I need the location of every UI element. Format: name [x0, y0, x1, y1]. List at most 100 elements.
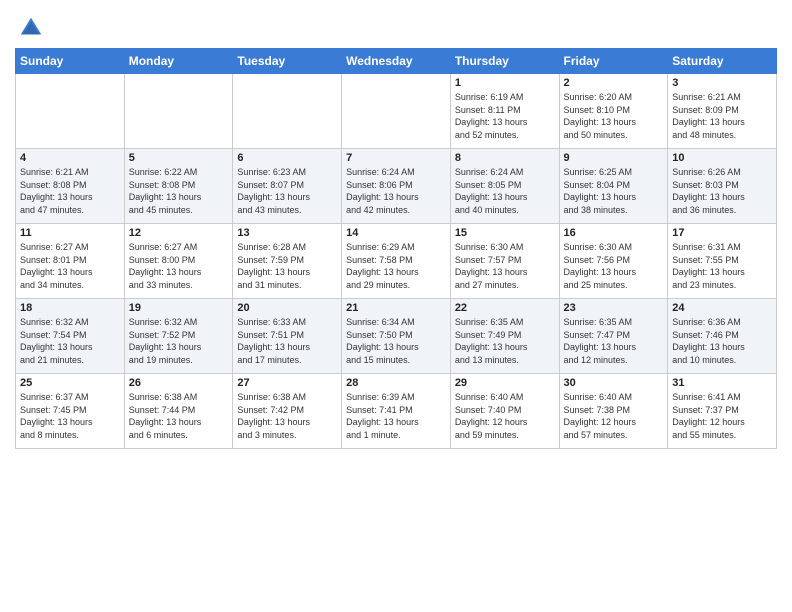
calendar-week-row: 25Sunrise: 6:37 AM Sunset: 7:45 PM Dayli… [16, 374, 777, 449]
calendar-cell: 2 Sunrise: 6:20 AM Sunset: 8:10 PM Daylig… [559, 74, 668, 149]
day-number: 15 [455, 227, 555, 239]
day-number: 1 [455, 77, 555, 89]
day-number: 22 [455, 302, 555, 314]
day-number: 19 [129, 302, 229, 314]
calendar-cell: 28Sunrise: 6:39 AM Sunset: 7:41 PM Dayli… [342, 374, 451, 449]
day-info: Sunrise: 6:27 AM Sunset: 8:00 PM Dayligh… [129, 241, 229, 291]
calendar-week-row: 18 Sunrise: 6:32 AM Sunset: 7:54 PM Dayli… [16, 299, 777, 374]
day-info: Sunrise: 6:38 AM Sunset: 7:44 PM Dayligh… [129, 391, 229, 441]
weekday-header-friday: Friday [559, 49, 668, 74]
calendar-cell: 29 Sunrise: 6:40 AM Sunset: 7:40 PM Dayli… [450, 374, 559, 449]
logo-icon [17, 14, 45, 42]
calendar-cell: 25Sunrise: 6:37 AM Sunset: 7:45 PM Dayli… [16, 374, 125, 449]
calendar-cell: 11 Sunrise: 6:27 AM Sunset: 8:01 PM Dayli… [16, 224, 125, 299]
calendar-cell: 26 Sunrise: 6:38 AM Sunset: 7:44 PM Dayli… [124, 374, 233, 449]
logo [15, 14, 45, 42]
calendar-cell: 12 Sunrise: 6:27 AM Sunset: 8:00 PM Dayli… [124, 224, 233, 299]
day-number: 18 [20, 302, 120, 314]
calendar-cell: 4Sunrise: 6:21 AM Sunset: 8:08 PM Daylig… [16, 149, 125, 224]
day-info: Sunrise: 6:28 AM Sunset: 7:59 PM Dayligh… [237, 241, 337, 291]
day-number: 9 [564, 152, 664, 164]
calendar-cell [342, 74, 451, 149]
calendar-cell: 21 Sunrise: 6:34 AM Sunset: 7:50 PM Dayli… [342, 299, 451, 374]
day-info: Sunrise: 6:35 AM Sunset: 7:49 PM Dayligh… [455, 316, 555, 366]
day-number: 8 [455, 152, 555, 164]
day-info: Sunrise: 6:24 AM Sunset: 8:06 PM Dayligh… [346, 166, 446, 216]
day-info: Sunrise: 6:26 AM Sunset: 8:03 PM Dayligh… [672, 166, 772, 216]
calendar-cell: 8 Sunrise: 6:24 AM Sunset: 8:05 PM Daylig… [450, 149, 559, 224]
day-info: Sunrise: 6:19 AM Sunset: 8:11 PM Dayligh… [455, 91, 555, 141]
day-number: 16 [564, 227, 664, 239]
day-info: Sunrise: 6:34 AM Sunset: 7:50 PM Dayligh… [346, 316, 446, 366]
weekday-header-thursday: Thursday [450, 49, 559, 74]
day-info: Sunrise: 6:24 AM Sunset: 8:05 PM Dayligh… [455, 166, 555, 216]
day-number: 20 [237, 302, 337, 314]
day-info: Sunrise: 6:31 AM Sunset: 7:55 PM Dayligh… [672, 241, 772, 291]
calendar-cell: 3 Sunrise: 6:21 AM Sunset: 8:09 PM Daylig… [668, 74, 777, 149]
calendar-cell: 30 Sunrise: 6:40 AM Sunset: 7:38 PM Dayli… [559, 374, 668, 449]
page-container: SundayMondayTuesdayWednesdayThursdayFrid… [0, 0, 792, 454]
calendar-week-row: 4Sunrise: 6:21 AM Sunset: 8:08 PM Daylig… [16, 149, 777, 224]
calendar-week-row: 1 Sunrise: 6:19 AM Sunset: 8:11 PM Daylig… [16, 74, 777, 149]
calendar-cell: 19 Sunrise: 6:32 AM Sunset: 7:52 PM Dayli… [124, 299, 233, 374]
day-info: Sunrise: 6:22 AM Sunset: 8:08 PM Dayligh… [129, 166, 229, 216]
day-info: Sunrise: 6:23 AM Sunset: 8:07 PM Dayligh… [237, 166, 337, 216]
day-info: Sunrise: 6:39 AM Sunset: 7:41 PM Dayligh… [346, 391, 446, 441]
day-number: 11 [20, 227, 120, 239]
calendar-cell [233, 74, 342, 149]
day-info: Sunrise: 6:40 AM Sunset: 7:38 PM Dayligh… [564, 391, 664, 441]
day-info: Sunrise: 6:36 AM Sunset: 7:46 PM Dayligh… [672, 316, 772, 366]
day-number: 24 [672, 302, 772, 314]
day-info: Sunrise: 6:21 AM Sunset: 8:09 PM Dayligh… [672, 91, 772, 141]
day-number: 26 [129, 377, 229, 389]
day-info: Sunrise: 6:27 AM Sunset: 8:01 PM Dayligh… [20, 241, 120, 291]
day-number: 29 [455, 377, 555, 389]
calendar-cell [16, 74, 125, 149]
calendar-cell: 20 Sunrise: 6:33 AM Sunset: 7:51 PM Dayli… [233, 299, 342, 374]
day-number: 6 [237, 152, 337, 164]
day-info: Sunrise: 6:35 AM Sunset: 7:47 PM Dayligh… [564, 316, 664, 366]
day-number: 30 [564, 377, 664, 389]
calendar-cell: 9Sunrise: 6:25 AM Sunset: 8:04 PM Daylig… [559, 149, 668, 224]
day-number: 7 [346, 152, 446, 164]
calendar-table: SundayMondayTuesdayWednesdayThursdayFrid… [15, 48, 777, 449]
day-info: Sunrise: 6:20 AM Sunset: 8:10 PM Dayligh… [564, 91, 664, 141]
day-number: 27 [237, 377, 337, 389]
calendar-cell: 6 Sunrise: 6:23 AM Sunset: 8:07 PM Daylig… [233, 149, 342, 224]
day-info: Sunrise: 6:40 AM Sunset: 7:40 PM Dayligh… [455, 391, 555, 441]
calendar-cell: 10 Sunrise: 6:26 AM Sunset: 8:03 PM Dayli… [668, 149, 777, 224]
weekday-header-tuesday: Tuesday [233, 49, 342, 74]
day-info: Sunrise: 6:38 AM Sunset: 7:42 PM Dayligh… [237, 391, 337, 441]
day-info: Sunrise: 6:30 AM Sunset: 7:57 PM Dayligh… [455, 241, 555, 291]
day-number: 31 [672, 377, 772, 389]
day-number: 5 [129, 152, 229, 164]
day-info: Sunrise: 6:32 AM Sunset: 7:52 PM Dayligh… [129, 316, 229, 366]
weekday-header-monday: Monday [124, 49, 233, 74]
day-number: 10 [672, 152, 772, 164]
calendar-cell: 24 Sunrise: 6:36 AM Sunset: 7:46 PM Dayli… [668, 299, 777, 374]
day-number: 3 [672, 77, 772, 89]
day-number: 23 [564, 302, 664, 314]
day-info: Sunrise: 6:37 AM Sunset: 7:45 PM Dayligh… [20, 391, 120, 441]
day-info: Sunrise: 6:32 AM Sunset: 7:54 PM Dayligh… [20, 316, 120, 366]
calendar-cell: 7 Sunrise: 6:24 AM Sunset: 8:06 PM Daylig… [342, 149, 451, 224]
calendar-cell: 31Sunrise: 6:41 AM Sunset: 7:37 PM Dayli… [668, 374, 777, 449]
day-number: 12 [129, 227, 229, 239]
calendar-week-row: 11 Sunrise: 6:27 AM Sunset: 8:01 PM Dayli… [16, 224, 777, 299]
calendar-cell: 16 Sunrise: 6:30 AM Sunset: 7:56 PM Dayli… [559, 224, 668, 299]
calendar-cell: 27 Sunrise: 6:38 AM Sunset: 7:42 PM Dayli… [233, 374, 342, 449]
day-number: 17 [672, 227, 772, 239]
calendar-cell: 5 Sunrise: 6:22 AM Sunset: 8:08 PM Daylig… [124, 149, 233, 224]
day-number: 2 [564, 77, 664, 89]
header [15, 10, 777, 42]
calendar-cell [124, 74, 233, 149]
calendar-cell: 18 Sunrise: 6:32 AM Sunset: 7:54 PM Dayli… [16, 299, 125, 374]
day-number: 21 [346, 302, 446, 314]
calendar-cell: 23 Sunrise: 6:35 AM Sunset: 7:47 PM Dayli… [559, 299, 668, 374]
day-number: 4 [20, 152, 120, 164]
calendar-cell: 13Sunrise: 6:28 AM Sunset: 7:59 PM Dayli… [233, 224, 342, 299]
day-info: Sunrise: 6:33 AM Sunset: 7:51 PM Dayligh… [237, 316, 337, 366]
calendar-cell: 17 Sunrise: 6:31 AM Sunset: 7:55 PM Dayli… [668, 224, 777, 299]
day-info: Sunrise: 6:30 AM Sunset: 7:56 PM Dayligh… [564, 241, 664, 291]
day-number: 14 [346, 227, 446, 239]
